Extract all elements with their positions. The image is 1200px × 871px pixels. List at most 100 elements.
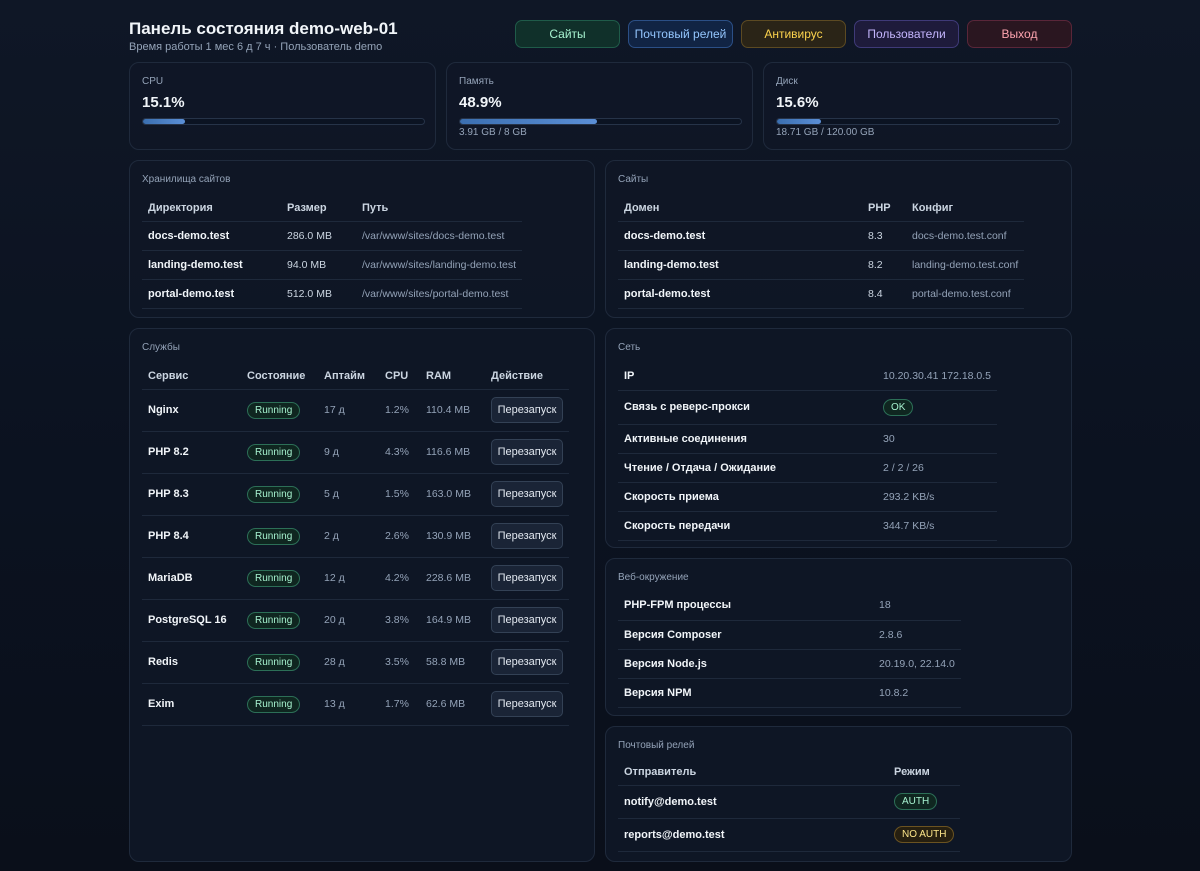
table-row: Чтение / Отдача / Ожидание 2 / 2 / 26	[618, 453, 998, 483]
restart-php83-button[interactable]: Перезапуск	[491, 481, 563, 507]
webenv-value: 2.8.6	[873, 620, 961, 650]
mailrelay-table: Отправитель Режим notify@demo.test AUTH …	[618, 759, 961, 852]
network-key: Чтение / Отдача / Ожидание	[618, 453, 877, 483]
site-config: docs-demo.test.conf	[906, 221, 1025, 251]
services-col-state: Состояние	[241, 363, 318, 390]
site-domain: landing-demo.test	[618, 250, 862, 280]
sites-button[interactable]: Сайты	[515, 20, 620, 48]
storage-title: Хранилища сайтов	[142, 174, 231, 185]
table-row: PHP-FPM процессы 18	[618, 591, 961, 621]
site-php: 8.2	[862, 250, 906, 280]
service-ram: 116.6 MB	[420, 431, 485, 474]
mailrelay-header-row: Отправитель Режим	[618, 759, 961, 786]
storage-path: /var/www/sites/docs-demo.test	[356, 221, 523, 251]
restart-postgresql-button[interactable]: Перезапуск	[491, 607, 563, 633]
webenv-table: PHP-FPM процессы 18 Версия Composer 2.8.…	[618, 591, 961, 708]
network-value: 10.20.30.41 172.18.0.5	[877, 362, 998, 391]
storage-header-row: Директория Размер Путь	[142, 195, 523, 222]
dashboard-page: Панель состояния demo-web-01 Время работ…	[0, 0, 1200, 871]
service-cpu: 1.5%	[379, 473, 420, 516]
logout-button[interactable]: Выход	[967, 20, 1072, 48]
service-name: PostgreSQL 16	[142, 599, 241, 642]
service-name: MariaDB	[142, 557, 241, 600]
services-table: Сервис Состояние Аптайм CPU RAM Действие…	[142, 363, 569, 726]
service-status-badge: Running	[247, 443, 301, 461]
storage-table: Директория Размер Путь docs-demo.test 28…	[142, 195, 523, 309]
table-row: MariaDB Running 12 д 4.2% 228.6 MB Перез…	[142, 557, 569, 600]
mailrelay-card: Почтовый релей Отправитель Режим notify@…	[605, 726, 1072, 862]
restart-php84-button[interactable]: Перезапуск	[491, 523, 563, 549]
table-row: Связь с реверс-прокси OK	[618, 390, 998, 425]
network-key: Связь с реверс-прокси	[618, 390, 877, 425]
restart-mariadb-button[interactable]: Перезапуск	[491, 565, 563, 591]
table-row: Redis Running 28 д 3.5% 58.8 MB Перезапу…	[142, 641, 569, 684]
memory-detail: 3.91 GB / 8 GB	[459, 127, 527, 138]
storage-col-size: Размер	[281, 195, 356, 222]
site-config: portal-demo.test.conf	[906, 279, 1025, 309]
service-name: Nginx	[142, 389, 241, 432]
storage-card: Хранилища сайтов Директория Размер Путь …	[129, 160, 595, 318]
disk-value: 15.6%	[776, 94, 819, 111]
restart-exim-button[interactable]: Перезапуск	[491, 691, 563, 717]
storage-size: 286.0 MB	[281, 221, 356, 251]
network-key: Активные соединения	[618, 424, 877, 454]
service-cpu: 3.8%	[379, 599, 420, 642]
mailrelay-mode-badge: NO AUTH	[894, 826, 955, 843]
site-domain: docs-demo.test	[618, 221, 862, 251]
sites-card: Сайты Домен PHP Конфиг docs-demo.test 8.…	[605, 160, 1072, 318]
service-ram: 130.9 MB	[420, 515, 485, 558]
service-cpu: 1.2%	[379, 389, 420, 432]
storage-path: /var/www/sites/portal-demo.test	[356, 279, 523, 309]
webenv-value: 18	[873, 591, 961, 621]
services-title: Службы	[142, 342, 180, 353]
service-uptime: 12 д	[318, 557, 379, 600]
disk-label: Диск	[776, 76, 798, 87]
mailrelay-mode-badge: AUTH	[894, 793, 938, 810]
service-status-badge: Running	[247, 695, 301, 713]
storage-size: 94.0 MB	[281, 250, 356, 280]
service-cpu: 4.2%	[379, 557, 420, 600]
service-ram: 62.6 MB	[420, 683, 485, 726]
services-card: Службы Сервис Состояние Аптайм CPU RAM Д…	[129, 328, 595, 862]
proxy-status-badge: OK	[883, 398, 914, 416]
mail-relay-button[interactable]: Почтовый релей	[628, 20, 733, 48]
storage-directory: landing-demo.test	[142, 250, 281, 280]
storage-directory: portal-demo.test	[142, 279, 281, 309]
service-status-badge: Running	[247, 569, 301, 587]
table-row: notify@demo.test AUTH	[618, 785, 961, 819]
network-value: 293.2 KB/s	[877, 482, 998, 512]
table-row: landing-demo.test 94.0 MB /var/www/sites…	[142, 250, 523, 280]
restart-php82-button[interactable]: Перезапуск	[491, 439, 563, 465]
table-row: Nginx Running 17 д 1.2% 110.4 MB Перезап…	[142, 389, 569, 432]
table-row: docs-demo.test 8.3 docs-demo.test.conf	[618, 221, 1025, 251]
storage-directory: docs-demo.test	[142, 221, 281, 251]
site-php: 8.3	[862, 221, 906, 251]
service-name: PHP 8.2	[142, 431, 241, 474]
service-cpu: 4.3%	[379, 431, 420, 474]
service-status-badge: Running	[247, 653, 301, 671]
network-key: IP	[618, 362, 877, 391]
disk-progress-fill	[777, 119, 821, 124]
service-ram: 163.0 MB	[420, 473, 485, 516]
service-cpu: 2.6%	[379, 515, 420, 558]
restart-nginx-button[interactable]: Перезапуск	[491, 397, 563, 423]
webenv-title: Веб-окружение	[618, 572, 689, 583]
service-uptime: 17 д	[318, 389, 379, 432]
services-header-row: Сервис Состояние Аптайм CPU RAM Действие	[142, 363, 569, 390]
cpu-card: CPU 15.1%	[129, 62, 436, 150]
antivirus-button[interactable]: Антивирус	[741, 20, 846, 48]
service-status-badge: Running	[247, 611, 301, 629]
cpu-value: 15.1%	[142, 94, 185, 111]
table-row: Exim Running 13 д 1.7% 62.6 MB Перезапус…	[142, 683, 569, 726]
network-table: IP 10.20.30.41 172.18.0.5 Связь с реверс…	[618, 362, 998, 541]
mailrelay-col-mode: Режим	[888, 759, 961, 786]
table-row: Версия NPM 10.8.2	[618, 678, 961, 708]
mailrelay-sender: reports@demo.test	[618, 818, 888, 852]
restart-redis-button[interactable]: Перезапуск	[491, 649, 563, 675]
sites-table: Домен PHP Конфиг docs-demo.test 8.3 docs…	[618, 195, 1025, 309]
users-button[interactable]: Пользователи	[854, 20, 959, 48]
storage-path: /var/www/sites/landing-demo.test	[356, 250, 523, 280]
services-col-service: Сервис	[142, 363, 241, 390]
cpu-progress-bar	[142, 118, 425, 125]
service-uptime: 20 д	[318, 599, 379, 642]
